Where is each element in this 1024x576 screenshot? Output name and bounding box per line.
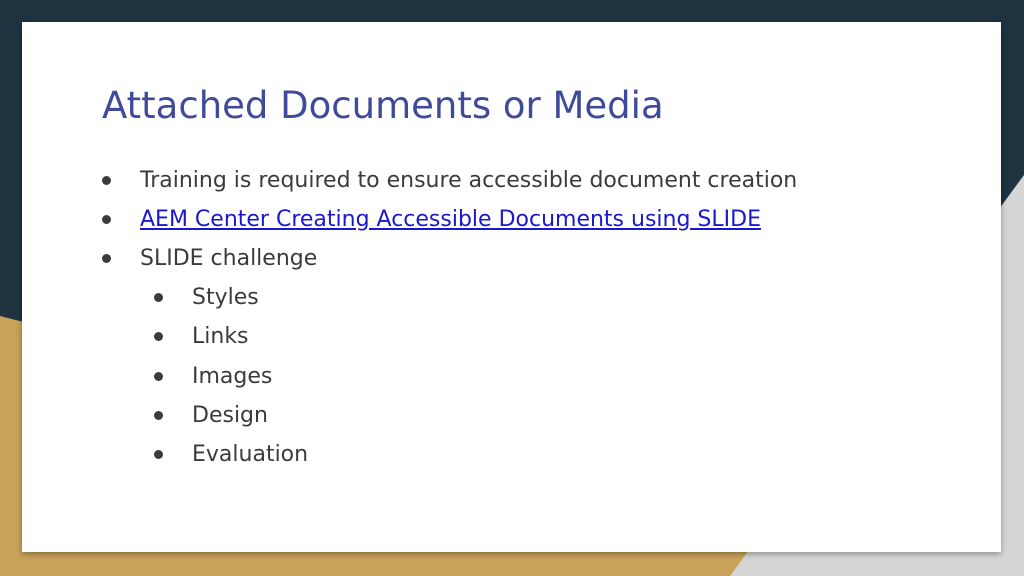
bullet-item-slide-challenge: SLIDE challenge	[102, 243, 317, 273]
sub-bullet-item-links: Links	[154, 321, 249, 351]
bullet-dot-icon	[154, 410, 163, 420]
bullet-text: Styles	[192, 284, 259, 310]
bullet-dot-icon	[154, 371, 163, 381]
sub-bullet-item-evaluation: Evaluation	[154, 439, 308, 469]
bullet-text: Images	[192, 363, 273, 389]
bullet-text: Design	[192, 402, 268, 428]
bullet-item-training: Training is required to ensure accessibl…	[102, 165, 797, 195]
bullet-dot-icon	[154, 331, 163, 341]
bullet-text: SLIDE challenge	[140, 245, 318, 271]
bullet-item-aem-link: AEM Center Creating Accessible Documents…	[102, 204, 761, 234]
slide-card: Attached Documents or Media Training is …	[22, 22, 1001, 552]
bullet-list: Training is required to ensure accessibl…	[22, 22, 1001, 552]
bullet-text: Evaluation	[192, 441, 309, 467]
bullet-dot-icon	[102, 175, 111, 185]
bullet-dot-icon	[102, 214, 111, 224]
sub-bullet-item-design: Design	[154, 400, 268, 430]
bullet-text: Links	[192, 323, 249, 349]
sub-bullet-item-styles: Styles	[154, 282, 259, 312]
bullet-dot-icon	[154, 449, 163, 459]
bullet-dot-icon	[102, 253, 111, 263]
bullet-dot-icon	[154, 292, 163, 302]
aem-center-link[interactable]: AEM Center Creating Accessible Documents…	[140, 207, 761, 232]
sub-bullet-item-images: Images	[154, 361, 272, 391]
bullet-text: Training is required to ensure accessibl…	[140, 167, 798, 193]
